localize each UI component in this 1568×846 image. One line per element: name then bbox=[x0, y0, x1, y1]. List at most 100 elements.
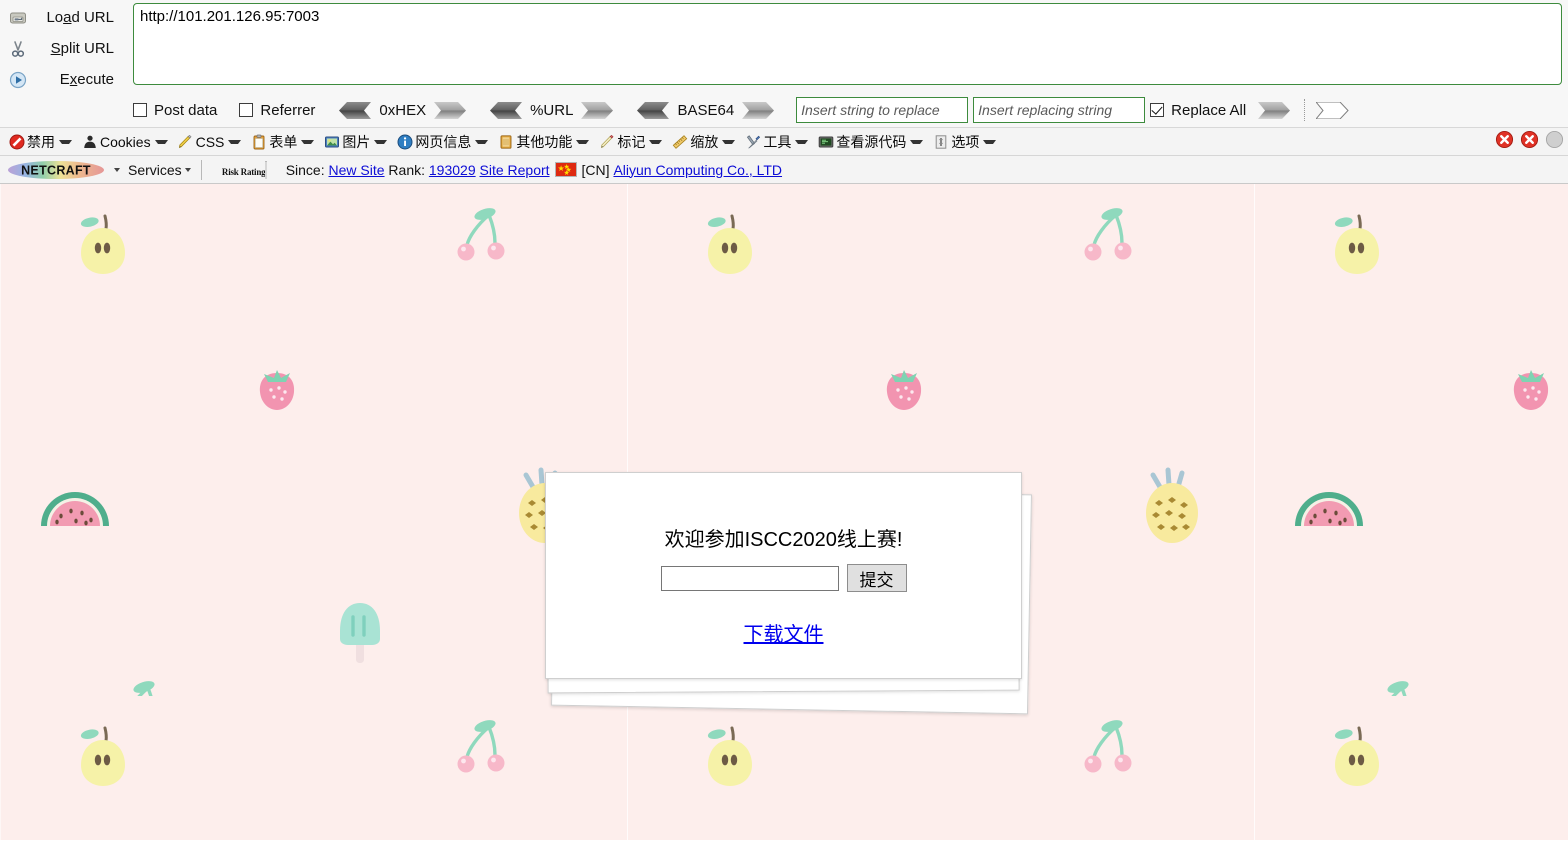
replace-clear-button[interactable] bbox=[1316, 101, 1350, 119]
options-icon bbox=[932, 133, 949, 150]
tools-icon bbox=[744, 133, 761, 150]
error-badge-icon[interactable] bbox=[1495, 130, 1514, 154]
hex-decode-button[interactable] bbox=[337, 101, 372, 119]
partial-badge-icon[interactable] bbox=[1545, 130, 1564, 154]
base64-decode-button[interactable] bbox=[635, 101, 670, 119]
download-file-link[interactable]: 下载文件 bbox=[744, 618, 824, 647]
hackbar-panel: Load URL Split URL Execute http://101.20… bbox=[0, 0, 1568, 128]
country-code-label: [CN] bbox=[581, 161, 610, 178]
outline-icon bbox=[598, 133, 615, 150]
url-encoder-label: %URL bbox=[530, 101, 574, 119]
disable-icon bbox=[8, 133, 25, 150]
post-data-checkbox-box[interactable] bbox=[133, 103, 147, 117]
chevron-down-icon bbox=[795, 139, 809, 144]
chevron-down-icon bbox=[374, 139, 388, 144]
misc-icon bbox=[497, 133, 514, 150]
chevron-down-icon bbox=[228, 139, 242, 144]
card-stack: 欢迎参加ISCC2020线上赛! 提交 下载文件 bbox=[545, 472, 1032, 715]
replace-all-checkbox-box[interactable] bbox=[1150, 103, 1165, 117]
wd-label-resize: 缩放 bbox=[690, 133, 719, 150]
wd-item-css[interactable]: CSS bbox=[174, 130, 245, 154]
card-title: 欢迎参加ISCC2020线上赛! bbox=[664, 529, 903, 551]
wd-item-view-source[interactable]: 查看源代码 bbox=[814, 130, 926, 154]
chevron-down-icon bbox=[649, 139, 663, 144]
wd-label-outline: 标记 bbox=[617, 133, 646, 150]
page-info-icon bbox=[396, 133, 413, 150]
netcraft-services-label: Services bbox=[128, 161, 182, 178]
replace-apply-button[interactable] bbox=[1258, 101, 1292, 119]
wd-label-tools: 工具 bbox=[763, 133, 792, 150]
since-value-link[interactable]: New Site bbox=[329, 162, 385, 178]
chevron-down-icon bbox=[576, 139, 590, 144]
hex-encode-button[interactable] bbox=[434, 101, 468, 119]
host-org-link[interactable]: Aliyun Computing Co., LTD bbox=[613, 162, 782, 178]
toolbar-divider bbox=[1304, 99, 1306, 121]
wd-item-outline[interactable]: 标记 bbox=[595, 130, 665, 154]
wd-item-tools[interactable]: 工具 bbox=[741, 130, 811, 154]
wd-item-misc[interactable]: 其他功能 bbox=[494, 130, 592, 154]
flag-input[interactable] bbox=[660, 565, 839, 591]
split-url-icon bbox=[6, 37, 30, 61]
wd-label-options: 选项 bbox=[951, 133, 980, 150]
base64-encoder-label: BASE64 bbox=[677, 101, 735, 119]
rank-value-link[interactable]: 193029 bbox=[429, 162, 476, 178]
view-source-icon bbox=[817, 133, 834, 150]
replace-all-label: Replace All bbox=[1171, 101, 1247, 119]
site-report-link[interactable]: Site Report bbox=[480, 162, 550, 178]
wd-item-cookies[interactable]: Cookies bbox=[78, 130, 171, 154]
execute-icon bbox=[6, 68, 30, 92]
wd-label-images: 图片 bbox=[342, 133, 371, 150]
load-url-icon bbox=[6, 6, 30, 30]
hex-encoder-label: 0xHEX bbox=[379, 101, 427, 119]
referrer-label: Referrer bbox=[260, 101, 316, 119]
post-data-checkbox[interactable]: Post data bbox=[133, 102, 217, 119]
wd-item-resize[interactable]: 缩放 bbox=[668, 130, 738, 154]
split-url-button[interactable]: Split URL bbox=[0, 33, 128, 64]
referrer-checkbox-box[interactable] bbox=[239, 103, 254, 117]
chevron-down-icon bbox=[301, 139, 315, 144]
base64-encode-button[interactable] bbox=[742, 101, 776, 119]
chevron-down-icon bbox=[184, 167, 191, 172]
wd-label-page-info: 网页信息 bbox=[415, 133, 472, 150]
wd-label-view-source: 查看源代码 bbox=[836, 133, 907, 150]
netcraft-toolbar: NETCRAFT Services Risk Rating Since: New… bbox=[0, 156, 1568, 184]
wd-item-page-info[interactable]: 网页信息 bbox=[393, 130, 491, 154]
cookies-icon bbox=[81, 133, 98, 150]
challenge-card: 欢迎参加ISCC2020线上赛! 提交 下载文件 bbox=[545, 472, 1022, 679]
wd-item-forms[interactable]: 表单 bbox=[247, 130, 317, 154]
chevron-down-icon bbox=[910, 139, 924, 144]
execute-button[interactable]: Execute bbox=[0, 64, 128, 95]
svg-text:NETCRAFT: NETCRAFT bbox=[21, 163, 91, 177]
resize-icon bbox=[671, 133, 688, 150]
wd-label-forms: 表单 bbox=[269, 133, 298, 150]
error-badge-icon[interactable] bbox=[1520, 130, 1539, 154]
submit-button[interactable]: 提交 bbox=[846, 564, 907, 592]
netcraft-services-menu[interactable]: Services bbox=[128, 162, 191, 178]
url-input[interactable] bbox=[133, 3, 1562, 85]
hackbar-options-row: Post data Referrer 0xHEX %URL BASE64 Ins… bbox=[133, 95, 1568, 125]
wd-item-images[interactable]: 图片 bbox=[320, 130, 390, 154]
chevron-down-icon bbox=[154, 139, 168, 144]
post-data-label: Post data bbox=[154, 101, 218, 119]
wd-label-cookies: Cookies bbox=[100, 133, 151, 150]
css-icon bbox=[177, 133, 194, 150]
since-label: Since: bbox=[285, 161, 325, 178]
wd-item-disable[interactable]: 禁用 bbox=[5, 130, 75, 154]
url-encode-button[interactable] bbox=[581, 101, 615, 119]
load-url-label: Load URL bbox=[46, 9, 114, 26]
replace-all-checkbox[interactable]: Replace All bbox=[1150, 102, 1246, 119]
load-url-button[interactable]: Load URL bbox=[0, 2, 128, 33]
search-string-input[interactable] bbox=[796, 97, 969, 123]
background-tile-seam bbox=[1254, 184, 1255, 840]
referrer-checkbox[interactable]: Referrer bbox=[239, 102, 315, 119]
chevron-down-icon[interactable] bbox=[114, 167, 120, 172]
netcraft-logo[interactable]: NETCRAFT bbox=[8, 160, 104, 180]
risk-rating-bar bbox=[265, 160, 268, 179]
replace-string-input[interactable] bbox=[973, 97, 1146, 123]
wd-item-options[interactable]: 选项 bbox=[929, 130, 999, 154]
page-viewport: 欢迎参加ISCC2020线上赛! 提交 下载文件 bbox=[0, 184, 1568, 840]
cn-flag-icon: ★ ★ ★ ★ bbox=[554, 162, 577, 177]
rank-label: Rank: bbox=[388, 161, 425, 178]
url-decode-button[interactable] bbox=[488, 101, 523, 119]
risk-rating-meter[interactable]: Risk Rating bbox=[212, 160, 278, 179]
